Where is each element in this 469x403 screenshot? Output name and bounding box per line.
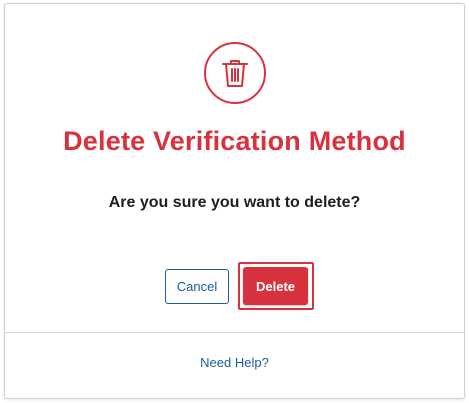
footer-divider (5, 332, 464, 333)
cancel-button[interactable]: Cancel (165, 269, 229, 304)
trash-icon (222, 60, 248, 87)
delete-confirmation-dialog: Delete Verification Method Are you sure … (4, 3, 465, 399)
dialog-title: Delete Verification Method (63, 126, 406, 156)
need-help-link[interactable]: Need Help? (5, 354, 464, 372)
trash-icon-circle (204, 42, 266, 104)
delete-button[interactable]: Delete (243, 267, 308, 305)
confirmation-question: Are you sure you want to delete? (108, 194, 361, 211)
